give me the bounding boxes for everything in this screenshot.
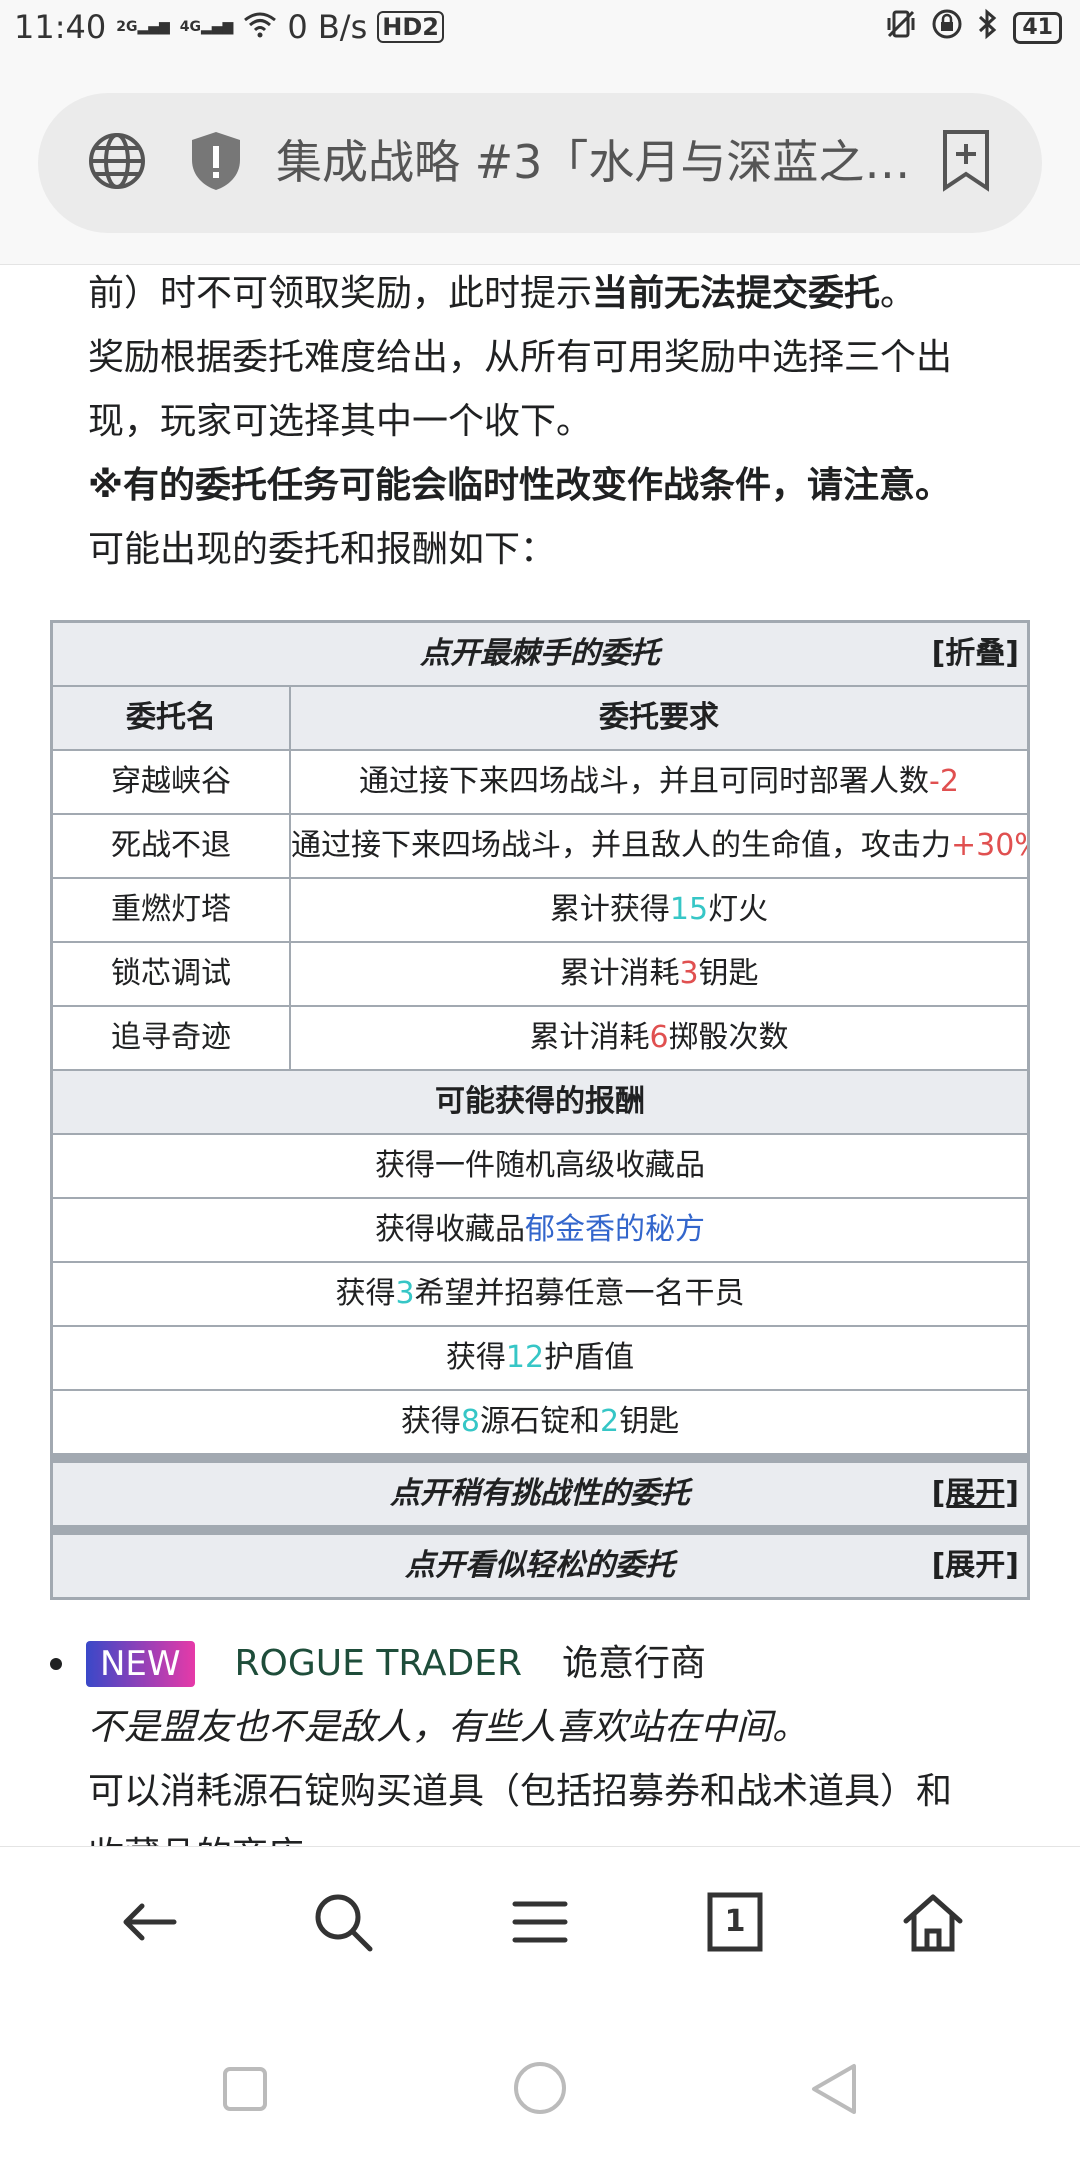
- table-caption: 点开最棘手的委托 [折叠]: [53, 623, 1027, 687]
- home-circle-icon[interactable]: [512, 2060, 568, 2120]
- browser-toolbar: 集成战略 #3「水月与深蓝之…: [0, 58, 1080, 265]
- tab-count: 1: [724, 1904, 746, 1939]
- reward-item: 获得12护盾值: [445, 1340, 635, 1375]
- collectible-link[interactable]: 郁金香的秘方: [525, 1212, 705, 1247]
- commission-requirement: 通过接下来四场战斗，并且可同时部署人数-2: [359, 764, 959, 799]
- warning-note: ※有的委托任务可能会临时性改变作战条件，请注意。: [88, 465, 951, 506]
- back-triangle-icon[interactable]: [808, 2062, 860, 2120]
- list-item: NEW ROGUE TRADER 诡意行商: [50, 1632, 706, 1696]
- table-caption-text: 点开看似轻松的委托: [405, 1548, 675, 1583]
- table-gap: [53, 1527, 1027, 1535]
- table-row: 穿越峡谷 通过接下来四场战斗，并且可同时部署人数-2: [53, 751, 1027, 815]
- commission-name: 穿越峡谷: [53, 751, 291, 813]
- table-row: 重燃灯塔 累计获得15灯火: [53, 879, 1027, 943]
- paragraph-line: 奖励根据委托难度给出，从所有可用奖励中选择三个出: [88, 337, 953, 378]
- battery-icon: 41: [1013, 12, 1062, 44]
- table-gap: [53, 1455, 1027, 1463]
- browser-bottom-nav: 1: [0, 1846, 1080, 1997]
- hd-icon: HD2: [377, 11, 444, 43]
- commission-requirement: 累计消耗3钥匙: [559, 956, 759, 991]
- back-arrow-icon[interactable]: [114, 1887, 184, 1957]
- col-header-name: 委托名: [53, 687, 291, 749]
- table-header-row: 委托名 委托要求: [53, 687, 1027, 751]
- table-row: 追寻奇迹 累计消耗6掷骰次数: [53, 1007, 1027, 1071]
- url-bar[interactable]: 集成战略 #3「水月与深蓝之…: [38, 93, 1042, 233]
- clock: 11:40: [14, 8, 107, 46]
- net-speed: 0 B/s: [287, 8, 368, 46]
- commission-requirement: 累计获得15灯火: [549, 892, 769, 927]
- event-quote: 不是盟友也不是敌人，有些人喜欢站在中间。: [88, 1707, 809, 1748]
- reward-header-row: 可能获得的报酬: [53, 1071, 1027, 1135]
- commission-requirement: 累计消耗6掷骰次数: [529, 1020, 789, 1055]
- commission-name: 锁芯调试: [53, 943, 291, 1005]
- paragraph-line: 可能出现的委托和报酬如下：: [88, 529, 557, 570]
- shield-icon[interactable]: [188, 128, 244, 198]
- reward-item: 获得8源石锭和2钥匙: [400, 1404, 680, 1439]
- bluetooth-icon: [977, 8, 999, 48]
- tabs-icon[interactable]: 1: [700, 1887, 770, 1957]
- vibrate-icon: [885, 8, 917, 48]
- table-row: 死战不退 通过接下来四场战斗，并且敌人的生命值，攻击力+30%: [53, 815, 1027, 879]
- table-row: 获得一件随机高级收藏品: [53, 1135, 1027, 1199]
- col-header-requirement: 委托要求: [599, 700, 719, 735]
- bookmark-add-icon[interactable]: [940, 128, 992, 198]
- table-row: 获得3希望并招募任意一名干员: [53, 1263, 1027, 1327]
- wifi-icon: [243, 8, 277, 46]
- commission-table: 点开最棘手的委托 [折叠] 委托名 委托要求 穿越峡谷 通过接下来四场战斗，并且…: [50, 620, 1030, 1600]
- commission-name: 死战不退: [53, 815, 291, 877]
- system-nav-bar: [0, 1996, 1080, 2160]
- signal-4g-icon: 4G▂▄▆: [179, 19, 234, 35]
- commission-name: 追寻奇迹: [53, 1007, 291, 1069]
- reward-item: 获得一件随机高级收藏品: [375, 1148, 705, 1183]
- table-row: 获得8源石锭和2钥匙: [53, 1391, 1027, 1455]
- event-name-chinese: 诡意行商: [561, 1643, 706, 1684]
- event-name-english: ROGUE TRADER: [234, 1643, 522, 1684]
- paragraph-line: 前）时不可领取奖励，此时提示当前无法提交委托。: [88, 273, 917, 314]
- table-caption-text: 点开最棘手的委托: [420, 636, 660, 671]
- collapsed-table[interactable]: 点开看似轻松的委托 [展开]: [53, 1535, 1027, 1597]
- reward-header: 可能获得的报酬: [435, 1084, 645, 1119]
- commission-requirement: 通过接下来四场战斗，并且敌人的生命值，攻击力+30%: [291, 828, 1027, 863]
- lock-rotation-icon: [931, 8, 963, 48]
- collapse-toggle[interactable]: [折叠]: [932, 623, 1019, 685]
- reward-item: 获得3希望并招募任意一名干员: [335, 1276, 745, 1311]
- globe-icon[interactable]: [84, 128, 150, 198]
- page-title[interactable]: 集成战略 #3「水月与深蓝之…: [276, 129, 936, 195]
- article-content: 前）时不可领取奖励，此时提示当前无法提交委托。 奖励根据委托难度给出，从所有可用…: [0, 264, 1080, 1846]
- event-description: 可以消耗源石锭购买道具（包括招募券和战术道具）和: [88, 1771, 953, 1812]
- bullet-icon: [50, 1658, 62, 1670]
- new-badge: NEW: [86, 1641, 195, 1687]
- expand-toggle[interactable]: [展开]: [932, 1463, 1019, 1525]
- event-description: 收藏品的商店: [88, 1824, 1048, 1846]
- recents-icon[interactable]: [222, 2066, 268, 2116]
- reward-item: 获得收藏品郁金香的秘方: [375, 1212, 705, 1247]
- table-row: 锁芯调试 累计消耗3钥匙: [53, 943, 1027, 1007]
- home-icon[interactable]: [898, 1887, 968, 1957]
- search-icon[interactable]: [308, 1887, 378, 1957]
- signal-2g-icon: 2G▂▄▆: [116, 19, 170, 35]
- status-bar: 11:40 2G▂▄▆ 4G▂▄▆ 0 B/s HD2 41: [0, 0, 1080, 58]
- expand-toggle[interactable]: [展开]: [932, 1535, 1019, 1597]
- menu-icon[interactable]: [505, 1887, 575, 1957]
- commission-name: 重燃灯塔: [53, 879, 291, 941]
- collapsed-table[interactable]: 点开稍有挑战性的委托 [展开]: [53, 1463, 1027, 1527]
- table-row: 获得12护盾值: [53, 1327, 1027, 1391]
- paragraph-line: 现，玩家可选择其中一个收下。: [88, 401, 593, 442]
- table-caption-text: 点开稍有挑战性的委托: [390, 1476, 690, 1511]
- table-row: 获得收藏品郁金香的秘方: [53, 1199, 1027, 1263]
